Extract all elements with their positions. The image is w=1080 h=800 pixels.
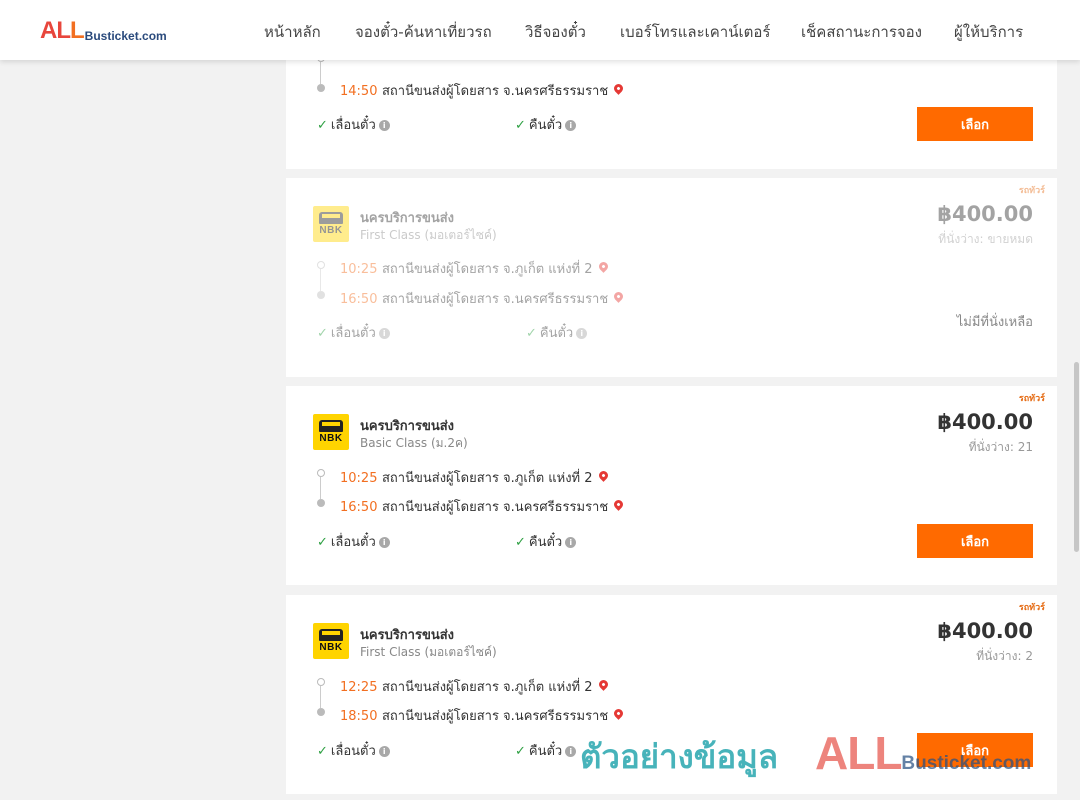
nav-check-status[interactable]: เช็คสถานะการจอง <box>801 20 922 44</box>
nav-phone-counter[interactable]: เบอร์โทรและเคาน์เตอร์ <box>620 20 770 44</box>
scrollbar-thumb[interactable] <box>1074 362 1079 552</box>
bus-icon <box>319 629 343 641</box>
depart-stop: 10:25 สถานีขนส่งผู้โดยสาร จ.ภูเก็ต แห่งที… <box>340 467 610 488</box>
depart-time: 10:25 <box>340 262 378 277</box>
arrive-station: สถานีขนส่งผู้โดยสาร จ.นครศรีธรรมราช <box>382 709 609 724</box>
info-icon[interactable]: i <box>378 120 390 131</box>
bus-class: First Class (มอเตอร์ไซค์) <box>360 228 497 242</box>
info-icon[interactable]: i <box>378 746 390 757</box>
operator-name: นครบริการขนส่ง <box>360 419 455 434</box>
check-icon: ✓ <box>317 326 328 341</box>
map-pin-icon[interactable] <box>612 707 626 720</box>
bus-type-tag: รถทัวร์ <box>1018 603 1045 613</box>
seats-available: ที่นั่งว่าง: ขายหมด <box>938 232 1033 246</box>
operator-logo: NBK <box>313 206 349 242</box>
seats-available: ที่นั่งว่าง: 21 <box>968 440 1033 454</box>
info-icon[interactable]: i <box>378 537 390 548</box>
depart-station: สถานีขนส่งผู้โดยสาร จ.ภูเก็ต แห่งที่ 2 <box>382 471 593 486</box>
trip-card: รถทัวร์ NBK นครบริการขนส่ง Basic Class (… <box>286 386 1057 585</box>
bus-type-tag: รถทัวร์ <box>1018 186 1045 196</box>
nav-how-to-book[interactable]: วิธีจองตั๋ว <box>525 20 586 44</box>
feature-refund-ticket: ✓ คืนตั๋ว i <box>515 740 577 761</box>
no-seats-text: ไม่มีที่นั่งเหลือ <box>956 315 1033 330</box>
arrive-station: สถานีขนส่งผู้โดยสาร จ.นครศรีธรรมราช <box>382 500 609 515</box>
map-pin-icon[interactable] <box>612 290 626 303</box>
info-icon[interactable]: i <box>378 328 390 339</box>
depart-station: สถานีขนส่งผู้โดยสาร จ.ภูเก็ต แห่งที่ 2 <box>382 680 593 695</box>
feature-refund-ticket: ✓ คืนตั๋ว i <box>526 322 588 343</box>
bus-type-tag: รถทัวร์ <box>1018 394 1045 404</box>
feature-refund-ticket: ✓ คืนตั๋ว i <box>515 531 577 552</box>
bus-class: Basic Class (ม.2ค) <box>360 436 468 450</box>
depart-station: สถานีขนส่งผู้โดยสาร จ.ภูเก็ต แห่งที่ 2 <box>382 262 593 277</box>
check-icon: ✓ <box>515 535 526 550</box>
info-icon[interactable]: i <box>565 746 577 757</box>
arrive-stop: 18:50 สถานีขนส่งผู้โดยสาร จ.นครศรีธรรมราช <box>340 705 626 726</box>
arrive-time: 16:50 <box>340 500 378 515</box>
select-button[interactable]: เลือก <box>917 524 1033 558</box>
operator-name: นครบริการขนส่ง <box>360 628 455 643</box>
ticket-price: ฿400.00 <box>937 202 1033 226</box>
feature-change-ticket: ✓ เลื่อนตั๋ว i <box>317 322 390 343</box>
depart-time: 12:25 <box>340 680 378 695</box>
arrive-stop: 16:50 สถานีขนส่งผู้โดยสาร จ.นครศรีธรรมราช <box>340 288 626 309</box>
check-icon: ✓ <box>317 118 328 133</box>
route-timeline <box>316 469 326 507</box>
depart-stop: 12:25 สถานีขนส่งผู้โดยสาร จ.ภูเก็ต แห่งที… <box>340 676 610 697</box>
page-scrollbar[interactable] <box>1072 0 1080 800</box>
main-nav: หน้าหลัก จองตั๋ว-ค้นหาเที่ยวรถ วิธีจองตั… <box>0 20 1080 42</box>
map-pin-icon[interactable] <box>612 82 626 95</box>
feature-change-ticket: ✓ เลื่อนตั๋ว i <box>317 114 390 135</box>
feature-refund-ticket: ✓ คืนตั๋ว i <box>515 114 577 135</box>
nav-book-search[interactable]: จองตั๋ว-ค้นหาเที่ยวรถ <box>355 20 492 44</box>
check-icon: ✓ <box>317 535 328 550</box>
arrive-stop: 14:50 สถานีขนส่งผู้โดยสาร จ.นครศรีธรรมราช <box>340 80 626 101</box>
bus-icon <box>319 212 343 224</box>
map-pin-icon[interactable] <box>596 260 610 273</box>
select-button[interactable]: เลือก <box>917 107 1033 141</box>
info-icon[interactable]: i <box>565 537 577 548</box>
ticket-price: ฿400.00 <box>937 619 1033 643</box>
arrive-station: สถานีขนส่งผู้โดยสาร จ.นครศรีธรรมราช <box>382 292 609 307</box>
nav-operators[interactable]: ผู้ให้บริการ <box>954 20 1023 44</box>
select-button[interactable]: เลือก <box>917 733 1033 767</box>
feature-change-ticket: ✓ เลื่อนตั๋ว i <box>317 740 390 761</box>
info-icon[interactable]: i <box>576 328 588 339</box>
info-icon[interactable]: i <box>565 120 577 131</box>
check-icon: ✓ <box>515 744 526 759</box>
bus-icon <box>319 420 343 432</box>
check-icon: ✓ <box>515 118 526 133</box>
depart-stop: 10:25 สถานีขนส่งผู้โดยสาร จ.ภูเก็ต แห่งที… <box>340 258 610 279</box>
trip-card: รถทัวร์ NBK นครบริการขนส่ง First Class (… <box>286 595 1057 794</box>
arrive-time: 18:50 <box>340 709 378 724</box>
map-pin-icon[interactable] <box>596 469 610 482</box>
arrive-station: สถานีขนส่งผู้โดยสาร จ.นครศรีธรรมราช <box>382 84 609 99</box>
check-icon: ✓ <box>317 744 328 759</box>
bus-class: First Class (มอเตอร์ไซค์) <box>360 645 497 659</box>
map-pin-icon[interactable] <box>596 678 610 691</box>
route-timeline <box>316 261 326 299</box>
check-icon: ✓ <box>526 326 537 341</box>
trip-card-sold-out: รถทัวร์ NBK นครบริการขนส่ง First Class (… <box>286 178 1057 377</box>
operator-name: นครบริการขนส่ง <box>360 211 455 226</box>
seats-available: ที่นั่งว่าง: 2 <box>976 649 1033 663</box>
depart-time: 10:25 <box>340 471 378 486</box>
arrive-stop: 16:50 สถานีขนส่งผู้โดยสาร จ.นครศรีธรรมราช <box>340 496 626 517</box>
operator-logo: NBK <box>313 623 349 659</box>
feature-change-ticket: ✓ เลื่อนตั๋ว i <box>317 531 390 552</box>
route-timeline <box>316 678 326 716</box>
site-header: ALL Busticket.com หน้าหลัก จองตั๋ว-ค้นหา… <box>0 0 1080 60</box>
map-pin-icon[interactable] <box>612 498 626 511</box>
operator-logo: NBK <box>313 414 349 450</box>
ticket-price: ฿400.00 <box>937 410 1033 434</box>
arrive-time: 14:50 <box>340 84 378 99</box>
nav-home[interactable]: หน้าหลัก <box>264 20 321 44</box>
arrive-time: 16:50 <box>340 292 378 307</box>
